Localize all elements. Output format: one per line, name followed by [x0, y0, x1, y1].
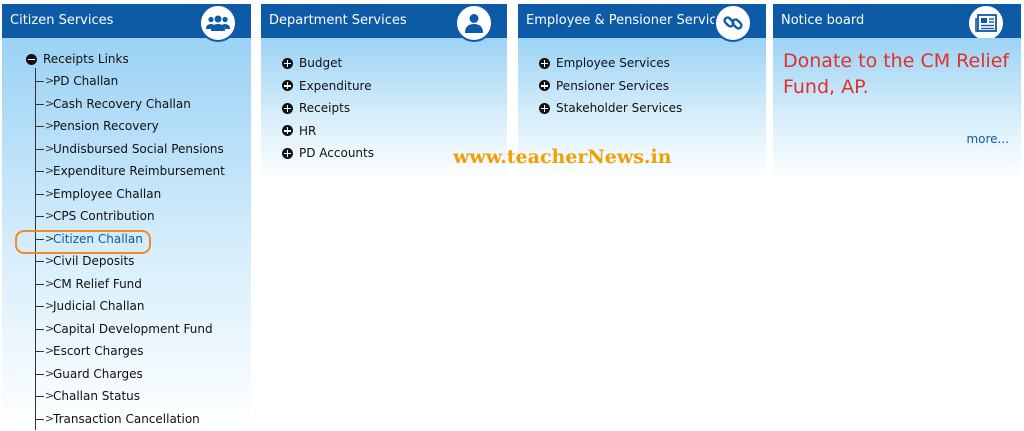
department-item-label: PD Accounts	[299, 146, 374, 160]
tree-item-judicial-challan[interactable]: > Judicial Challan	[35, 295, 251, 318]
tree-item-cm-relief-fund[interactable]: > CM Relief Fund	[35, 273, 251, 296]
plus-circle-icon	[539, 102, 550, 114]
tree-item-undisbursed-social-pensions[interactable]: > Undisbursed Social Pensions	[35, 138, 251, 161]
notice-text-link[interactable]: Donate to the CM Relief Fund, AP.	[783, 48, 1011, 100]
tree-item-employee-challan[interactable]: > Employee Challan	[35, 183, 251, 206]
plus-circle-icon	[282, 57, 293, 69]
employee-item-label: Pensioner Services	[556, 78, 670, 93]
chevron-right-icon: >	[45, 344, 55, 357]
department-item-expenditure[interactable]: Expenditure	[261, 75, 507, 98]
department-item-receipts[interactable]: Receipts	[261, 97, 507, 120]
employee-item-pensioner-services[interactable]: Pensioner Services	[518, 75, 766, 98]
chevron-right-icon: >	[45, 96, 55, 110]
more-link[interactable]: more...	[966, 132, 1009, 146]
plus-circle-icon	[539, 57, 550, 69]
tree-item-transaction-cancellation[interactable]: > Transaction Cancellation	[35, 408, 251, 431]
department-item-label: Budget	[299, 56, 343, 70]
user-icon	[455, 4, 493, 42]
chevron-right-icon: >	[45, 74, 55, 87]
notice-board-header: Notice board	[773, 4, 1021, 42]
chevron-right-icon: >	[45, 321, 55, 335]
citizen-services-header: Citizen Services	[2, 4, 251, 42]
tree-item-label: PD Challan	[53, 74, 119, 88]
notice-board-body: Donate to the CM Relief Fund, AP. more..…	[773, 38, 1021, 180]
tree-item-label: Escort Charges	[53, 344, 144, 358]
chevron-right-icon: >	[45, 119, 55, 132]
employee-item-label: Employee Services	[556, 56, 670, 70]
tree-item-pd-challan[interactable]: > PD Challan	[35, 70, 251, 93]
receipts-links-toggle[interactable]: Receipts Links	[2, 50, 251, 68]
department-item-label: HR	[299, 123, 317, 138]
link-icon	[714, 4, 752, 42]
tree-item-challan-status[interactable]: > Challan Status	[35, 385, 251, 408]
tree-item-cps-contribution[interactable]: > CPS Contribution	[35, 205, 251, 228]
chevron-right-icon: >	[45, 299, 55, 312]
tree-item-escort-charges[interactable]: > Escort Charges	[35, 340, 251, 363]
plus-circle-icon	[282, 80, 293, 92]
department-services-header: Department Services	[261, 4, 507, 42]
citizen-challan-highlight	[15, 230, 151, 254]
tree-item-expenditure-reimbursement[interactable]: > Expenditure Reimbursement	[35, 160, 251, 183]
plus-circle-icon	[282, 147, 293, 159]
department-item-label: Receipts	[299, 101, 351, 115]
notice-board-title: Notice board	[781, 13, 865, 28]
notice-board-panel: Notice board Donate to the CM Relief Fun…	[773, 4, 1021, 180]
employee-services-header: Employee & Pensioner Services	[518, 4, 766, 42]
tree-item-label: Transaction Cancellation	[53, 411, 200, 426]
plus-circle-icon	[282, 125, 293, 137]
department-services-title: Department Services	[269, 13, 407, 28]
employee-item-label: Stakeholder Services	[556, 101, 683, 115]
chevron-right-icon: >	[45, 366, 55, 380]
tree-item-label: Challan Status	[53, 389, 141, 403]
newspaper-icon	[967, 4, 1005, 42]
tree-item-guard-charges[interactable]: > Guard Charges	[35, 363, 251, 386]
receipts-links-label: Receipts Links	[43, 52, 129, 66]
chevron-right-icon: >	[45, 164, 55, 177]
users-icon	[199, 4, 237, 42]
tree-item-label: Judicial Challan	[53, 299, 145, 313]
chevron-right-icon: >	[45, 186, 55, 200]
tree-item-label: Civil Deposits	[53, 254, 135, 268]
tree-item-pension-recovery[interactable]: > Pension Recovery	[35, 115, 251, 138]
department-item-budget[interactable]: Budget	[261, 52, 507, 75]
tree-item-label: Pension Recovery	[53, 119, 159, 133]
tree-item-label: Guard Charges	[53, 366, 143, 381]
plus-circle-icon	[539, 80, 550, 92]
tree-item-label: Capital Development Fund	[53, 321, 213, 336]
tree-item-cash-recovery-challan[interactable]: > Cash Recovery Challan	[35, 93, 251, 116]
employee-services-title: Employee & Pensioner Services	[526, 13, 732, 28]
tree-item-label: Undisbursed Social Pensions	[53, 141, 224, 156]
chevron-right-icon: >	[45, 411, 55, 425]
tree-item-label: Cash Recovery Challan	[53, 96, 191, 111]
tree-item-label: CPS Contribution	[53, 209, 155, 223]
chevron-right-icon: >	[45, 141, 55, 155]
tree-item-capital-development-fund[interactable]: > Capital Development Fund	[35, 318, 251, 341]
citizen-services-panel: Citizen Services Receipts Links > PD Chal…	[2, 4, 251, 430]
tree-item-label: CM Relief Fund	[53, 276, 142, 291]
department-item-label: Expenditure	[299, 78, 372, 93]
chevron-right-icon: >	[45, 276, 55, 290]
employee-item-stakeholder-services[interactable]: Stakeholder Services	[518, 97, 766, 120]
employee-item-employee-services[interactable]: Employee Services	[518, 52, 766, 75]
watermark-text: www.teacherNews.in	[453, 146, 672, 168]
chevron-right-icon: >	[45, 389, 55, 402]
citizen-services-title: Citizen Services	[10, 13, 114, 28]
minus-circle-icon	[26, 53, 37, 65]
tree-item-label: Employee Challan	[53, 186, 162, 201]
plus-circle-icon	[282, 102, 293, 114]
tree-item-label: Expenditure Reimbursement	[53, 164, 225, 178]
chevron-right-icon: >	[45, 209, 55, 222]
department-item-hr[interactable]: HR	[261, 120, 507, 143]
